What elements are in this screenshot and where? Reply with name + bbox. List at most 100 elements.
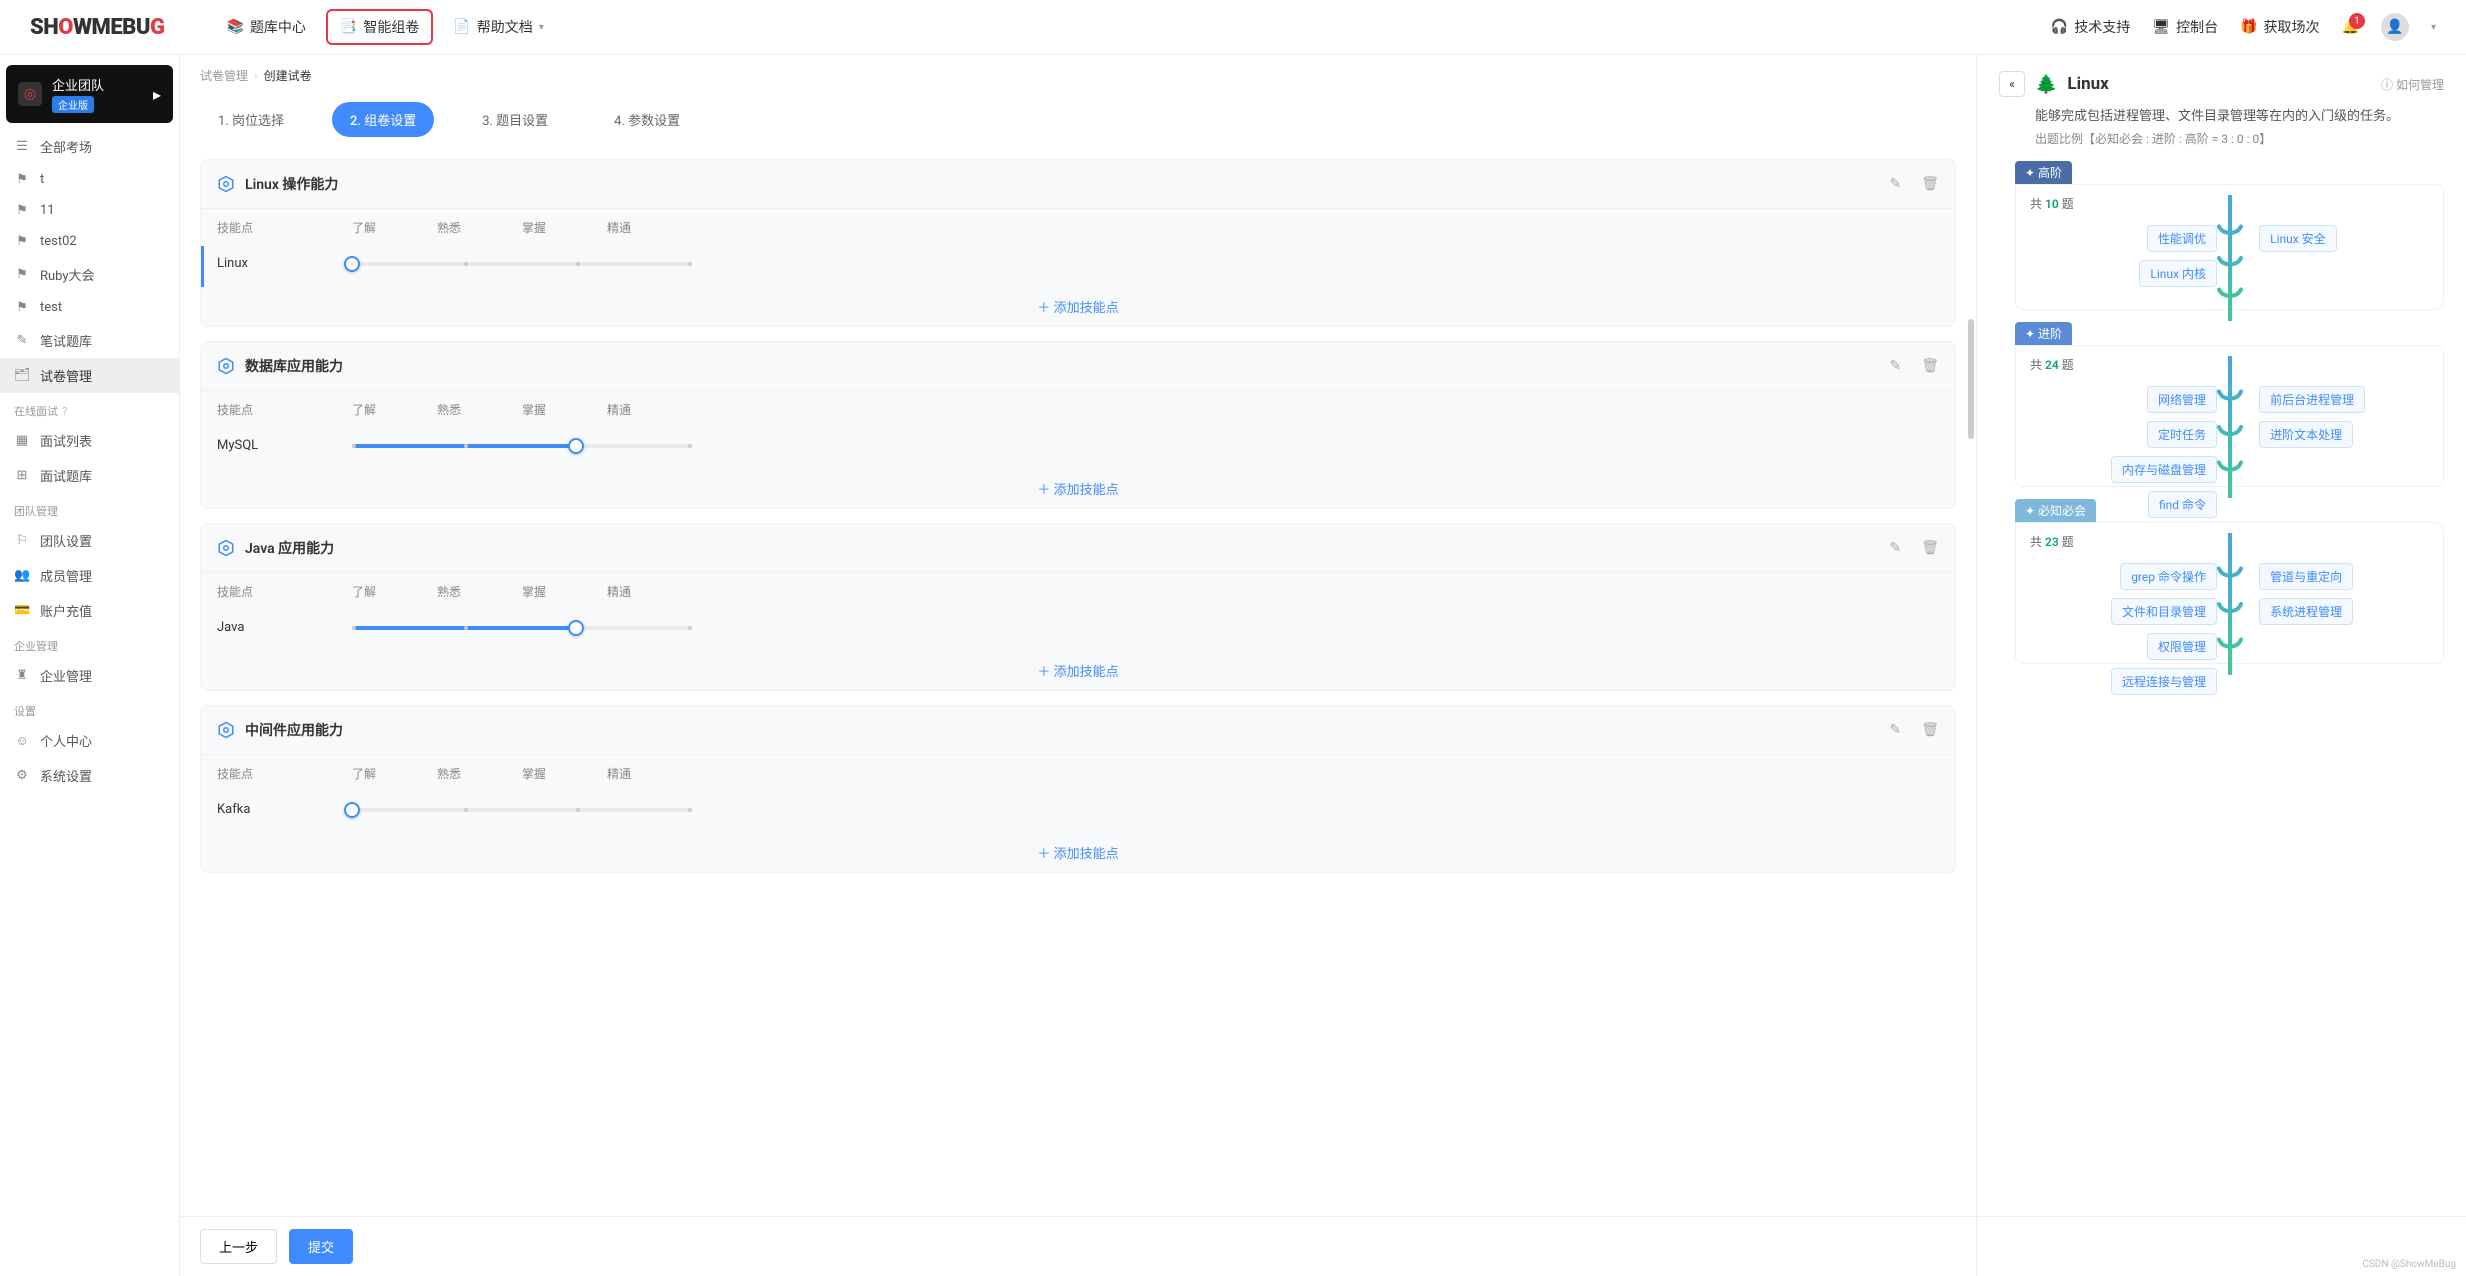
nav-smart-compose[interactable]: 📑智能组卷 — [326, 9, 433, 45]
sidebar-interview-list[interactable]: ▦面试列表 — [0, 423, 179, 458]
collapse-panel-button[interactable]: « — [1999, 71, 2025, 97]
breadcrumb-parent[interactable]: 试卷管理 — [200, 69, 248, 83]
hexagon-icon — [217, 357, 235, 375]
sidebar-item-test02[interactable]: ⚑test02 — [0, 226, 179, 257]
skill-row: Linux — [201, 246, 1955, 287]
skill-card: Java 应用能力 ✎ 🗑 技能点了解熟悉掌握精通Java ＋ 添加技能点 — [200, 523, 1956, 691]
topic-chip[interactable]: 定时任务 — [2147, 421, 2217, 448]
delete-icon[interactable]: 🗑 — [1921, 540, 1939, 556]
panel-title: Linux — [2067, 74, 2371, 94]
sidebar-billing[interactable]: 💳账户充值 — [0, 593, 179, 628]
scrollbar[interactable] — [1968, 319, 1974, 439]
edit-icon[interactable]: ✎ — [1889, 176, 1901, 192]
topic-chip[interactable]: grep 命令操作 — [2120, 563, 2217, 590]
sidebar-item-ruby[interactable]: ⚑Ruby大会 — [0, 257, 179, 292]
help-icon[interactable]: ? — [62, 405, 67, 418]
sidebar-members[interactable]: 👥成员管理 — [0, 558, 179, 593]
nav-get-sessions[interactable]: 🎁获取场次 — [2240, 17, 2319, 37]
avatar[interactable]: 👤 — [2381, 13, 2409, 41]
sidebar-profile[interactable]: ☺个人中心 — [0, 723, 179, 758]
step-1[interactable]: 1. 岗位选择 — [200, 102, 302, 137]
sidebar-written-bank[interactable]: ✎笔试题库 — [0, 323, 179, 358]
watermark: CSDN @ShowMeBug — [2362, 1259, 2456, 1270]
topic-chip[interactable]: 网络管理 — [2147, 386, 2217, 413]
add-skill-button[interactable]: ＋ 添加技能点 — [201, 287, 1955, 326]
topic-chip[interactable]: 系统进程管理 — [2259, 598, 2353, 625]
card-title: Linux 操作能力 — [245, 174, 1869, 194]
delete-icon[interactable]: 🗑 — [1921, 722, 1939, 738]
skill-card: Linux 操作能力 ✎ 🗑 技能点了解熟悉掌握精通Linux ＋ 添加技能点 — [200, 159, 1956, 327]
console-icon: 🖥 — [2152, 19, 2170, 35]
sidebar-item-11[interactable]: ⚑11 — [0, 195, 179, 226]
topic-chip[interactable]: 内存与磁盘管理 — [2111, 456, 2217, 483]
notifications[interactable]: 🔔1 — [2342, 19, 2359, 35]
skill-row: MySQL — [201, 428, 1955, 469]
level-slider[interactable] — [352, 444, 692, 448]
step-4[interactable]: 4. 参数设置 — [596, 102, 698, 137]
team-switcher[interactable]: ◎ 企业团队企业版 ▸ — [6, 65, 173, 123]
level-slider[interactable] — [352, 262, 692, 266]
sidebar-all-exams[interactable]: ☰全部考场 — [0, 129, 179, 164]
team-logo-icon: ◎ — [18, 82, 42, 106]
flag-icon: ⚑ — [14, 203, 30, 218]
prev-button[interactable]: 上一步 — [200, 1229, 277, 1264]
sidebar-item-test[interactable]: ⚑test — [0, 292, 179, 323]
level-slider[interactable] — [352, 808, 692, 812]
topic-chip[interactable]: 远程连接与管理 — [2111, 668, 2217, 695]
sidebar-team-settings[interactable]: ⚐团队设置 — [0, 523, 179, 558]
edit-icon[interactable]: ✎ — [1889, 540, 1901, 556]
edit-icon[interactable]: ✎ — [1889, 722, 1901, 738]
step-3[interactable]: 3. 题目设置 — [464, 102, 566, 137]
add-skill-button[interactable]: ＋ 添加技能点 — [201, 833, 1955, 872]
sidebar-sys-settings[interactable]: ⚙系统设置 — [0, 758, 179, 793]
top-nav: SHOWMEBUG 📚题库中心 📑智能组卷 📄帮助文档▾ 🎧技术支持 🖥控制台 … — [0, 0, 2466, 55]
breadcrumb-current: 创建试卷 — [264, 69, 312, 83]
submit-button[interactable]: 提交 — [289, 1229, 353, 1264]
org-icon: ♜ — [14, 668, 30, 683]
chevron-down-icon[interactable]: ▾ — [2431, 22, 2436, 33]
level-slider[interactable] — [352, 626, 692, 630]
sidebar-interview-bank[interactable]: ⊞面试题库 — [0, 458, 179, 493]
skill-row: Java — [201, 610, 1955, 651]
panel-description: 能够完成包括进程管理、文件目录管理等在内的入门级的任务。 — [2035, 105, 2444, 124]
level-block: ✦ 高阶 共 10 题 性能调优Linux 内核 Linux 安全 — [2015, 161, 2444, 310]
topic-chip[interactable]: 前后台进程管理 — [2259, 386, 2365, 413]
sidebar-item-t[interactable]: ⚑t — [0, 164, 179, 195]
members-icon: 👥 — [14, 568, 30, 583]
topic-chip[interactable]: Linux 内核 — [2139, 260, 2217, 287]
topic-chip[interactable]: 管道与重定向 — [2259, 563, 2353, 590]
delete-icon[interactable]: 🗑 — [1921, 176, 1939, 192]
nav-library[interactable]: 📚题库中心 — [214, 9, 317, 45]
skill-row: Kafka — [201, 792, 1955, 833]
card-title: 中间件应用能力 — [245, 720, 1869, 740]
sidebar-papers[interactable]: 🗂试卷管理 — [0, 358, 179, 393]
topic-chip[interactable]: Linux 安全 — [2259, 225, 2337, 252]
delete-icon[interactable]: 🗑 — [1921, 358, 1939, 374]
edit-icon: ✎ — [14, 333, 30, 348]
skill-name: Java — [217, 620, 352, 635]
topic-chip[interactable]: 权限管理 — [2147, 633, 2217, 660]
breadcrumb: 试卷管理›创建试卷 — [180, 55, 1976, 84]
topic-chip[interactable]: 进阶文本处理 — [2259, 421, 2353, 448]
sidebar-enterprise[interactable]: ♜企业管理 — [0, 658, 179, 693]
add-skill-button[interactable]: ＋ 添加技能点 — [201, 469, 1955, 508]
nav-help[interactable]: 📄帮助文档▾ — [441, 9, 555, 45]
skill-card: 中间件应用能力 ✎ 🗑 技能点了解熟悉掌握精通Kafka ＋ 添加技能点 — [200, 705, 1956, 873]
nav-support[interactable]: 🎧技术支持 — [2051, 17, 2130, 37]
sidebar: ◎ 企业团队企业版 ▸ ☰全部考场 ⚑t ⚑11 ⚑test02 ⚑Ruby大会… — [0, 55, 180, 1276]
add-skill-button[interactable]: ＋ 添加技能点 — [201, 651, 1955, 690]
calendar-icon: ▦ — [14, 433, 30, 448]
group-interview: 在线面试? — [0, 393, 179, 423]
group-team: 团队管理 — [0, 493, 179, 523]
edit-icon[interactable]: ✎ — [1889, 358, 1901, 374]
step-2[interactable]: 2. 组卷设置 — [332, 102, 434, 137]
panel-help-link[interactable]: ⓘ 如何管理 — [2381, 76, 2444, 93]
hexagon-icon — [217, 539, 235, 557]
flag-icon: ⚑ — [14, 267, 30, 282]
level-tag: ✦ 必知必会 — [2015, 499, 2096, 522]
team-icon: ⚐ — [14, 533, 30, 548]
topic-chip[interactable]: 文件和目录管理 — [2111, 598, 2217, 625]
nav-console[interactable]: 🖥控制台 — [2152, 17, 2218, 37]
flag-icon: ⚑ — [14, 172, 30, 187]
topic-chip[interactable]: 性能调优 — [2147, 225, 2217, 252]
